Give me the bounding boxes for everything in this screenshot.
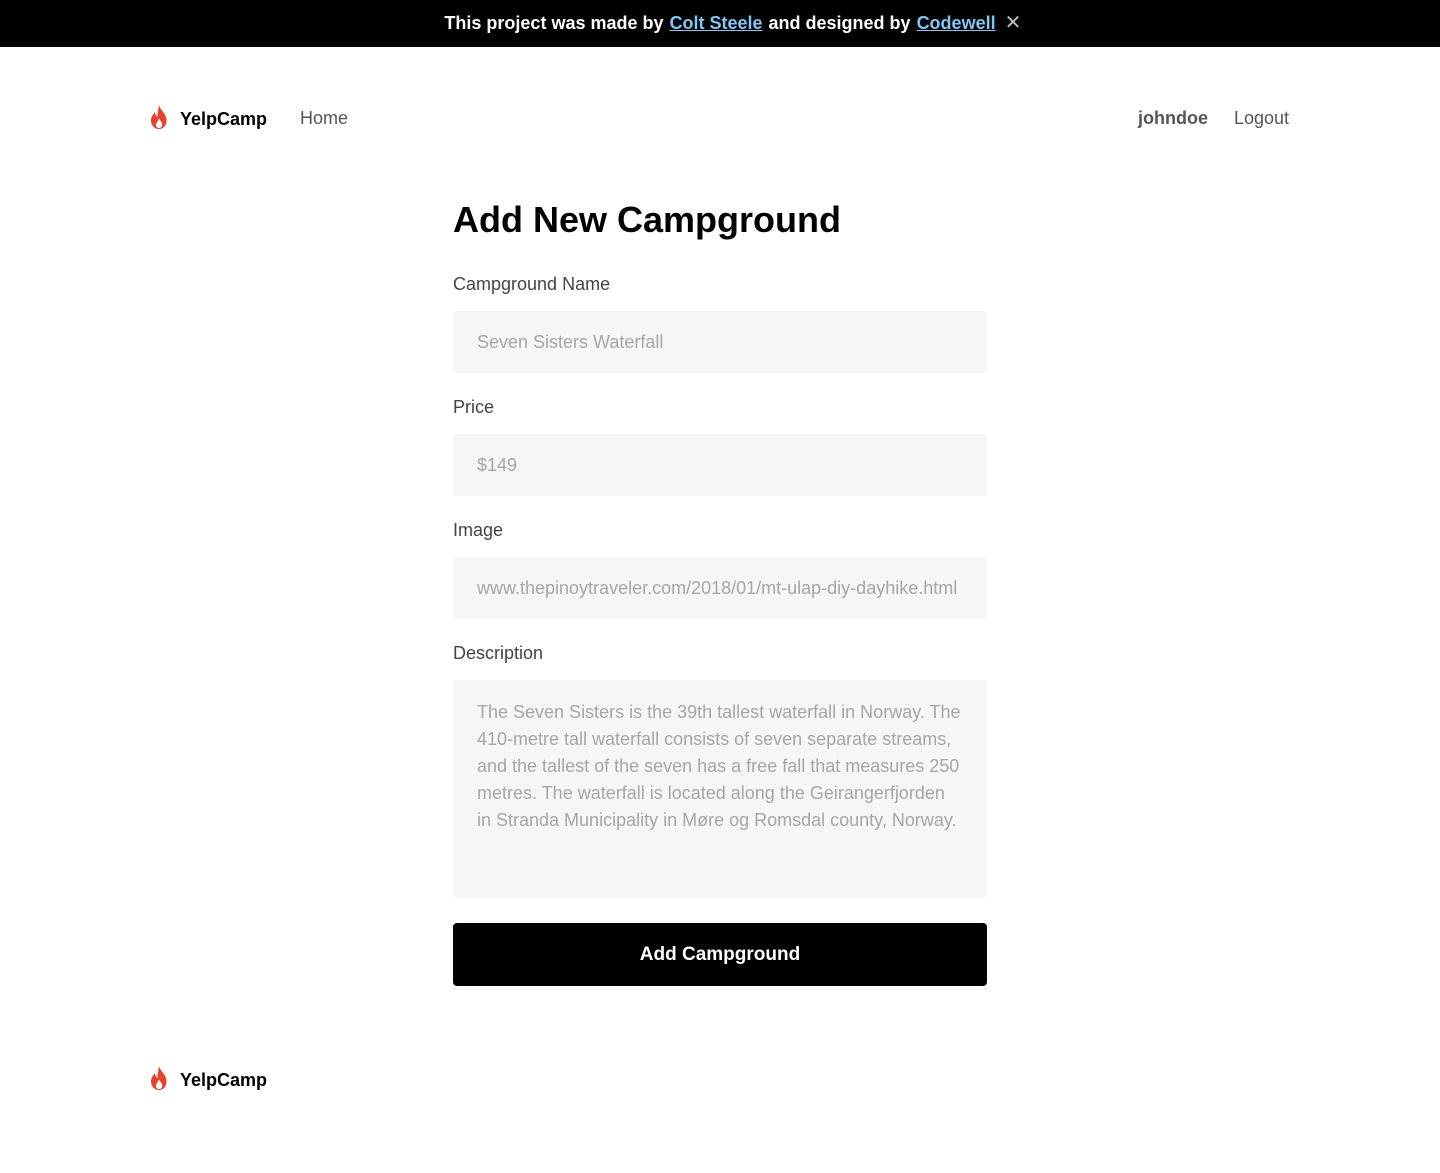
brand-logo-link[interactable]: YelpCamp: [148, 104, 267, 135]
close-icon[interactable]: ✕: [1003, 12, 1023, 34]
designer-link[interactable]: Codewell: [917, 13, 996, 34]
logout-link[interactable]: Logout: [1234, 108, 1289, 129]
banner-middle: and designed by: [768, 13, 911, 33]
image-label: Image: [453, 520, 504, 540]
footer-brand-name: YelpCamp: [180, 1070, 268, 1090]
add-campground-button[interactable]: Add Campground: [453, 923, 987, 986]
price-label: Price: [453, 397, 495, 417]
campground-name-label: Campground Name: [453, 274, 611, 294]
add-campground-form: Add New Campground Campground Name Seven…: [453, 196, 987, 986]
attribution-banner: This project was made by Colt Steele and…: [0, 0, 1440, 47]
top-nav: YelpCamp Home johndoe Logout: [148, 104, 1292, 136]
footer-brand[interactable]: YelpCamp: [148, 1065, 267, 1096]
image-url-input[interactable]: www.thepinoytraveler.com/2018/01/mt-ulap…: [453, 557, 987, 619]
page-title: Add New Campground: [453, 199, 841, 240]
nav-home-link[interactable]: Home: [300, 108, 348, 129]
brand-name: YelpCamp: [180, 109, 268, 129]
banner-message: This project was made by Colt Steele and…: [444, 13, 995, 34]
price-input[interactable]: $149: [453, 434, 987, 496]
campground-name-input[interactable]: Seven Sisters Waterfall: [453, 311, 987, 373]
flame-icon: [148, 1065, 170, 1096]
description-label: Description: [453, 643, 544, 663]
flame-icon: [148, 104, 170, 135]
author-link[interactable]: Colt Steele: [670, 13, 763, 34]
banner-prefix: This project was made by: [444, 13, 664, 33]
description-textarea[interactable]: The Seven Sisters is the 39th tallest wa…: [453, 680, 987, 898]
username-label: johndoe: [1138, 108, 1208, 128]
